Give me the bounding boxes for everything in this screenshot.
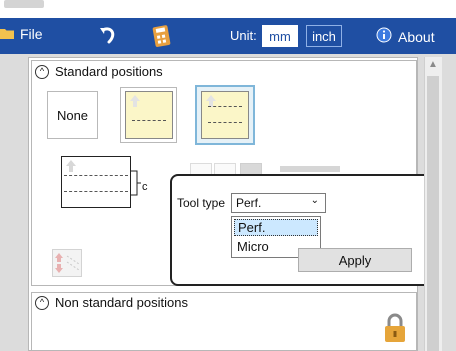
scrollbar-thumb[interactable] (427, 76, 439, 351)
tool-type-select[interactable]: Perf. ⌄ (231, 193, 326, 213)
position-thumb-2 (201, 91, 249, 139)
unit-mm-button[interactable]: mm (262, 25, 298, 47)
hidden-label-bar (280, 166, 340, 172)
lock-icon (385, 313, 405, 342)
about-button[interactable]: About (376, 27, 435, 46)
calculator-icon (152, 25, 171, 47)
chevron-up-icon: ^ (35, 64, 49, 79)
chevron-up-icon: ^ (35, 295, 49, 310)
toolbar: File Unit: mm inch About (0, 18, 456, 54)
dimension-label: c (142, 181, 148, 193)
window-top-strip (0, 0, 456, 18)
position-button-2-selected[interactable] (195, 85, 255, 145)
dropdown-option-perf[interactable]: Perf. (234, 219, 318, 236)
undo-icon (100, 27, 115, 44)
folder-icon (0, 26, 14, 42)
none-label: None (56, 107, 89, 123)
chevron-down-icon: ⌄ (310, 195, 319, 206)
perf-line (208, 122, 242, 123)
file-menu[interactable]: File (0, 26, 43, 42)
perf-line (131, 120, 166, 121)
perforation-swap-icon (55, 253, 80, 273)
arrow-up-icon (129, 95, 140, 107)
unit-inch-button[interactable]: inch (306, 25, 342, 47)
info-icon (376, 27, 392, 46)
standard-positions-title: Standard positions (55, 64, 163, 79)
arrow-up-icon (66, 160, 76, 172)
unit-label: Unit: (230, 28, 257, 43)
standard-positions-header[interactable]: ^ Standard positions (35, 64, 163, 79)
apply-button[interactable]: Apply (298, 248, 412, 272)
non-standard-positions-title: Non standard positions (55, 295, 188, 310)
perf-line (64, 191, 128, 192)
file-label: File (20, 26, 43, 42)
undo-button[interactable] (97, 24, 119, 49)
sheet-diagram (61, 156, 131, 208)
none-position-button[interactable]: None (47, 91, 98, 139)
perf-line (208, 106, 242, 107)
about-label: About (398, 28, 435, 45)
position-button-1[interactable] (120, 87, 177, 143)
position-thumb-1 (124, 91, 173, 139)
tool-type-label: Tool type (177, 196, 226, 210)
non-standard-positions-header[interactable]: ^ Non standard positions (35, 295, 188, 310)
lock-button[interactable] (381, 312, 409, 344)
swap-button[interactable] (52, 249, 82, 277)
scroll-up-icon[interactable]: ▲ (427, 59, 439, 71)
perf-line (64, 175, 128, 176)
window-title-fragment (4, 0, 44, 8)
tool-type-selected: Perf. (236, 196, 262, 210)
calculator-button[interactable] (151, 24, 173, 51)
